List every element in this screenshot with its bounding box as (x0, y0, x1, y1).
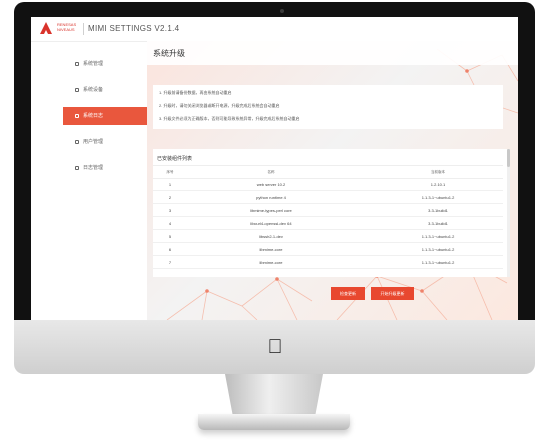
notice-line: 3. 升级文件必须为正确版本，否则可能导致系统异常，升级完成后系统自动重启 (159, 116, 300, 121)
row-index: 1 (168, 182, 172, 187)
row-index: 5 (168, 234, 172, 239)
row-version: 1.2.10.1 (430, 182, 446, 187)
user-icon (75, 140, 79, 144)
topbar: RENESAS NIVEAUS MIMI SETTINGS V2.1.4 (31, 17, 518, 42)
sidebar-item-log-management[interactable]: 日志管理 (63, 159, 147, 177)
row-index: 4 (168, 221, 172, 226)
row-name: libmime-core (259, 247, 283, 252)
row-name: web server 10.2 (256, 182, 286, 187)
row-version: 3.3-1build1 (428, 221, 448, 226)
row-version: 1.1.3-1~ubuntu1.2 (421, 195, 455, 200)
notice-card: 1. 升级前请备份数据，再由系统自动重启 2. 升级时，请勿关闭浏览器或断开电源… (153, 85, 503, 129)
sidebar-item-label: 日志管理 (83, 165, 104, 171)
row-name: libssh2-1-dev (259, 234, 283, 239)
sidebar-item-logs[interactable]: 系统日志 (63, 107, 147, 125)
sidebar-item-label: 系统日志 (83, 113, 104, 119)
row-name: libcurl4-openssl-dev 64 (250, 221, 292, 226)
table-header: 序号 名称 当前版本 (153, 165, 503, 179)
file-icon (75, 166, 79, 170)
device-icon (75, 88, 79, 92)
table-row[interactable]: 4 libcurl4-openssl-dev 64 3.3-1build1 (153, 217, 503, 230)
screen: RENESAS NIVEAUS MIMI SETTINGS V2.1.4 系统管… (31, 17, 518, 320)
table-row[interactable]: 7 libmime-core 1.1.3-1~ubuntu1.2 (153, 256, 503, 269)
main-content: 系统升级 1. 升级前请备份数据，再由系统自动重启 2. 升级时，请勿关闭浏览器… (147, 41, 518, 320)
table-row[interactable]: 2 python runtime 4 1.1.3-1~ubuntu1.2 (153, 191, 503, 204)
row-version: 1.1.3-1~ubuntu1.2 (421, 247, 455, 252)
row-version: 1.1.3-1~ubuntu1.2 (421, 234, 455, 239)
row-index: 6 (168, 247, 172, 252)
row-name: python runtime 4 (256, 195, 286, 200)
sidebar-item-devices[interactable]: 系统设备 (63, 81, 147, 99)
row-name: libmime-core (259, 260, 283, 265)
start-upgrade-button[interactable]: 开始升级更新 (371, 287, 414, 300)
check-update-button[interactable]: 检查更新 (331, 287, 365, 300)
column-header-name: 名称 (267, 170, 275, 174)
monitor-stand-neck (225, 374, 323, 416)
sidebar-item-label: 系统管理 (83, 61, 104, 67)
camera-dot (280, 9, 284, 13)
renesas-logo-icon (40, 22, 52, 34)
brand-name: RENESAS NIVEAUS (57, 22, 77, 32)
table-title: 已安装组件列表 (157, 156, 193, 162)
system-icon (75, 62, 79, 66)
topbar-separator (83, 23, 84, 35)
row-index: 2 (168, 195, 172, 200)
component-table-card: 已安装组件列表 序号 名称 当前版本 1 web server 10.2 1.2… (153, 149, 510, 277)
table-row[interactable]: 5 libssh2-1-dev 1.1.3-1~ubuntu1.2 (153, 230, 503, 243)
app-title: MIMI SETTINGS V2.1.4 (88, 24, 180, 33)
row-name: libmime-types-perl core (250, 208, 292, 213)
sidebar-item-system[interactable]: 系统管理 (63, 55, 147, 73)
notice-line: 2. 升级时，请勿关闭浏览器或断开电源，升级完成后系统会自动重启 (159, 103, 280, 108)
notice-line: 1. 升级前请备份数据，再由系统自动重启 (159, 90, 232, 95)
row-index: 3 (168, 208, 172, 213)
sidebar-item-label: 用户管理 (83, 139, 104, 145)
sidebar-item-users[interactable]: 用户管理 (63, 133, 147, 151)
column-header-index: 序号 (166, 170, 174, 174)
monitor-stand-base (198, 414, 350, 430)
table-row[interactable]: 3 libmime-types-perl core 3.3-1build1 (153, 204, 503, 217)
log-icon (75, 114, 79, 118)
row-version: 3.3-1build1 (428, 208, 448, 213)
sidebar-item-label: 系统设备 (83, 87, 104, 93)
sidebar: 系统管理 系统设备 系统日志 用户管理 日志管理 (63, 45, 147, 320)
row-version: 1.1.3-1~ubuntu1.2 (421, 260, 455, 265)
page-header: 系统升级 (147, 41, 518, 65)
apple-logo-icon:  (266, 336, 284, 358)
column-header-version: 当前版本 (431, 170, 445, 174)
page-title: 系统升级 (153, 49, 185, 58)
table-row[interactable]: 1 web server 10.2 1.2.10.1 (153, 178, 503, 191)
row-index: 7 (168, 260, 172, 265)
table-row[interactable]: 6 libmime-core 1.1.3-1~ubuntu1.2 (153, 243, 503, 256)
scroll-thumb[interactable] (507, 149, 510, 167)
table-scrollbar[interactable] (507, 149, 510, 277)
